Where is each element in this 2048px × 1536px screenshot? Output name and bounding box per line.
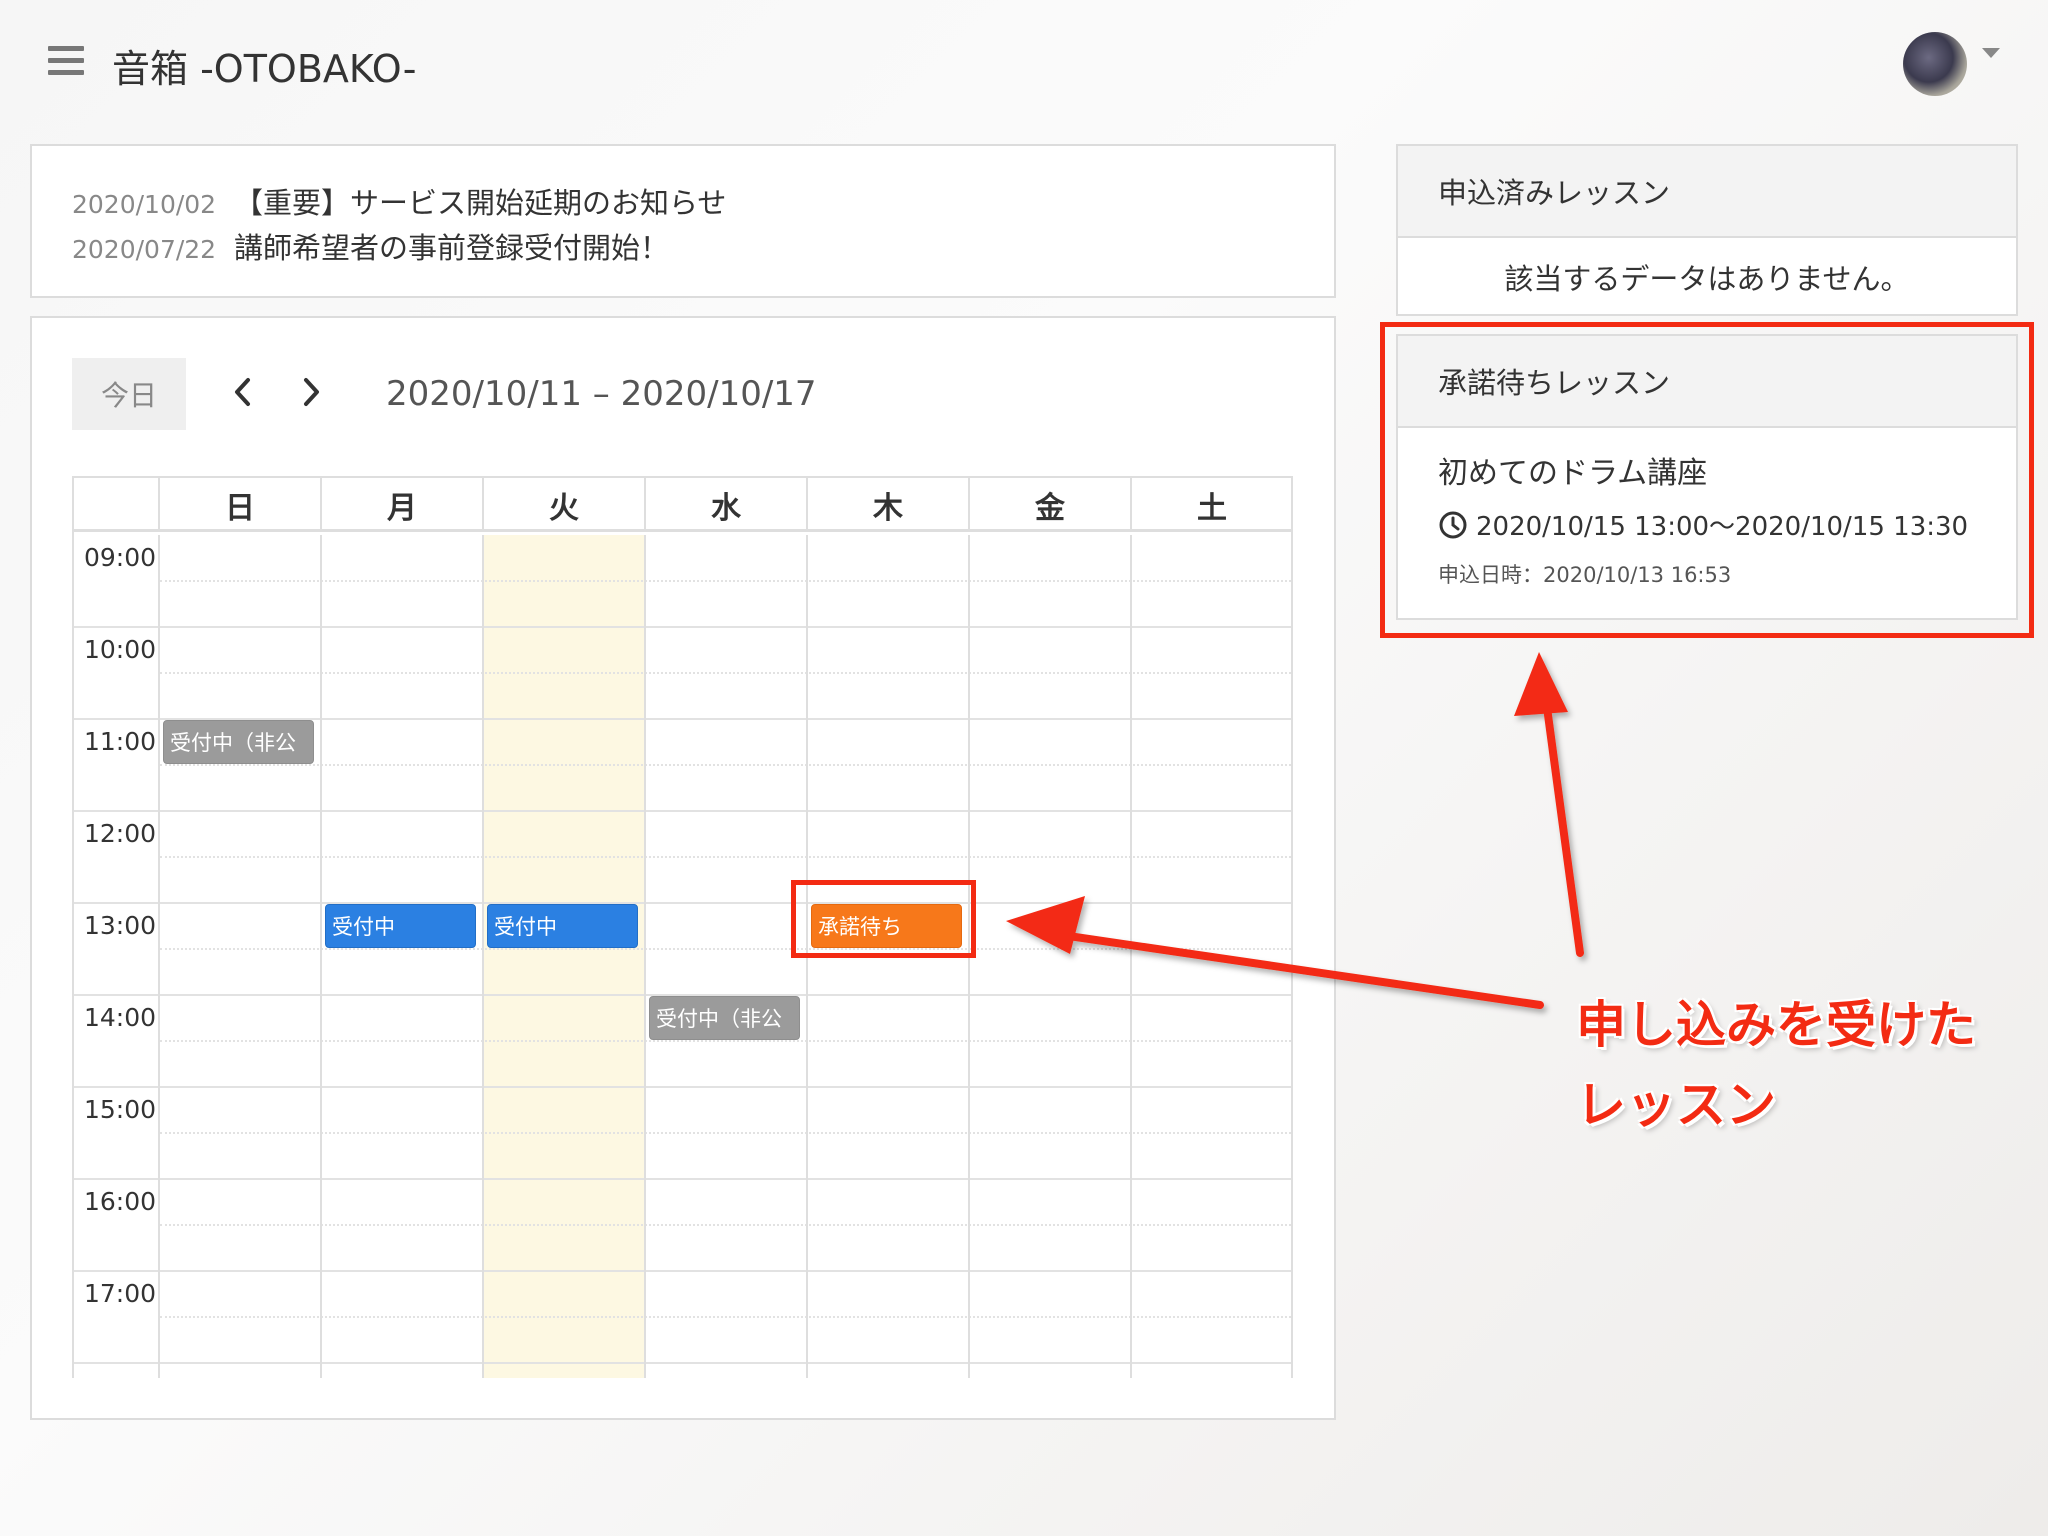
time-label: 16:00 bbox=[84, 1187, 157, 1216]
time-label: 12:00 bbox=[84, 819, 157, 848]
column-divider bbox=[482, 535, 484, 1378]
news-title[interactable]: 【重要】サービス開始延期のお知らせ bbox=[234, 180, 726, 222]
time-label: 15:00 bbox=[84, 1095, 157, 1124]
empty-message: 該当するデータはありません。 bbox=[1504, 262, 1910, 296]
highlight-box-pending-panel bbox=[1380, 322, 2034, 638]
news-panel: 2020/10/02 【重要】サービス開始延期のお知らせ 2020/07/22 … bbox=[30, 144, 1336, 298]
hour-line bbox=[74, 810, 1291, 812]
day-header-sun: 日 bbox=[158, 478, 320, 532]
day-header-mon: 月 bbox=[320, 478, 482, 532]
hour-line bbox=[74, 1362, 1291, 1364]
applied-lessons-panel: 申込済みレッスン 該当するデータはありません。 bbox=[1396, 144, 2018, 316]
day-header-fri: 金 bbox=[968, 478, 1130, 532]
half-hour-line bbox=[160, 672, 1291, 674]
calendar-event[interactable]: 受付中（非公 bbox=[163, 720, 314, 764]
applied-lessons-title: 申込済みレッスン bbox=[1398, 146, 2016, 238]
calendar-event[interactable]: 受付中 bbox=[325, 904, 476, 948]
half-hour-line bbox=[160, 1040, 1291, 1042]
hour-line bbox=[74, 1270, 1291, 1272]
chevron-down-icon[interactable] bbox=[1982, 48, 2000, 58]
today-column bbox=[484, 535, 644, 1378]
half-hour-line bbox=[160, 1132, 1291, 1134]
half-hour-line bbox=[160, 580, 1291, 582]
chevron-left-icon[interactable] bbox=[228, 374, 258, 410]
hour-line bbox=[74, 1178, 1291, 1180]
column-divider bbox=[644, 535, 646, 1378]
half-hour-line bbox=[160, 948, 1291, 950]
avatar[interactable] bbox=[1903, 32, 1967, 96]
hour-line bbox=[74, 1086, 1291, 1088]
time-label: 10:00 bbox=[84, 635, 157, 664]
chevron-right-icon[interactable] bbox=[296, 374, 326, 410]
column-divider bbox=[320, 535, 322, 1378]
day-header-sat: 土 bbox=[1130, 478, 1291, 532]
today-button[interactable]: 今日 bbox=[72, 358, 186, 430]
column-divider bbox=[158, 535, 160, 1378]
hour-line bbox=[74, 902, 1291, 904]
calendar-panel: 今日 2020/10/11 – 2020/10/17 日 月 火 水 木 金 土 bbox=[30, 316, 1336, 1420]
calendar-event[interactable]: 受付中 bbox=[487, 904, 638, 948]
news-date: 2020/07/22 bbox=[72, 235, 217, 264]
calendar-header-row: 日 月 火 水 木 金 土 bbox=[74, 478, 1291, 532]
half-hour-line bbox=[160, 1224, 1291, 1226]
column-divider bbox=[1291, 535, 1293, 1378]
news-date: 2020/10/02 bbox=[72, 190, 217, 219]
hamburger-menu-icon[interactable] bbox=[48, 46, 84, 76]
calendar-body[interactable]: 09:00 10:00 11:00 12:00 13:00 14:00 15:0… bbox=[74, 535, 1291, 1378]
date-range-title: 2020/10/11 – 2020/10/17 bbox=[386, 374, 817, 414]
time-label: 11:00 bbox=[84, 727, 157, 756]
hour-line bbox=[74, 626, 1291, 628]
time-label: 14:00 bbox=[84, 1003, 157, 1032]
highlight-box-pending-event bbox=[791, 880, 976, 958]
half-hour-line bbox=[160, 764, 1291, 766]
day-header-wed: 水 bbox=[644, 478, 806, 532]
annotation-line-1: 申し込みを受けた bbox=[1576, 996, 1976, 1054]
half-hour-line bbox=[160, 1316, 1291, 1318]
day-header-thu: 木 bbox=[806, 478, 968, 532]
time-label: 17:00 bbox=[84, 1279, 157, 1308]
news-item[interactable]: 2020/10/02 【重要】サービス開始延期のお知らせ bbox=[72, 180, 1334, 225]
half-hour-line bbox=[160, 856, 1291, 858]
time-label: 13:00 bbox=[84, 911, 157, 940]
calendar-event[interactable]: 受付中（非公 bbox=[649, 996, 800, 1040]
week-calendar-grid: 日 月 火 水 木 金 土 09:00 10:00 11:00 12:00 13… bbox=[72, 476, 1293, 1378]
annotation-label: 申し込みを受けた レッスン bbox=[1576, 985, 1976, 1145]
annotation-line-2: レッスン bbox=[1576, 1076, 1776, 1134]
app-title[interactable]: 音箱 -OTOBAKO- bbox=[112, 38, 416, 93]
day-header-tue: 火 bbox=[482, 478, 644, 532]
news-item[interactable]: 2020/07/22 講師希望者の事前登録受付開始！ bbox=[72, 225, 1334, 270]
column-divider bbox=[1130, 535, 1132, 1378]
time-label: 09:00 bbox=[84, 543, 157, 572]
news-title[interactable]: 講師希望者の事前登録受付開始！ bbox=[234, 225, 669, 267]
